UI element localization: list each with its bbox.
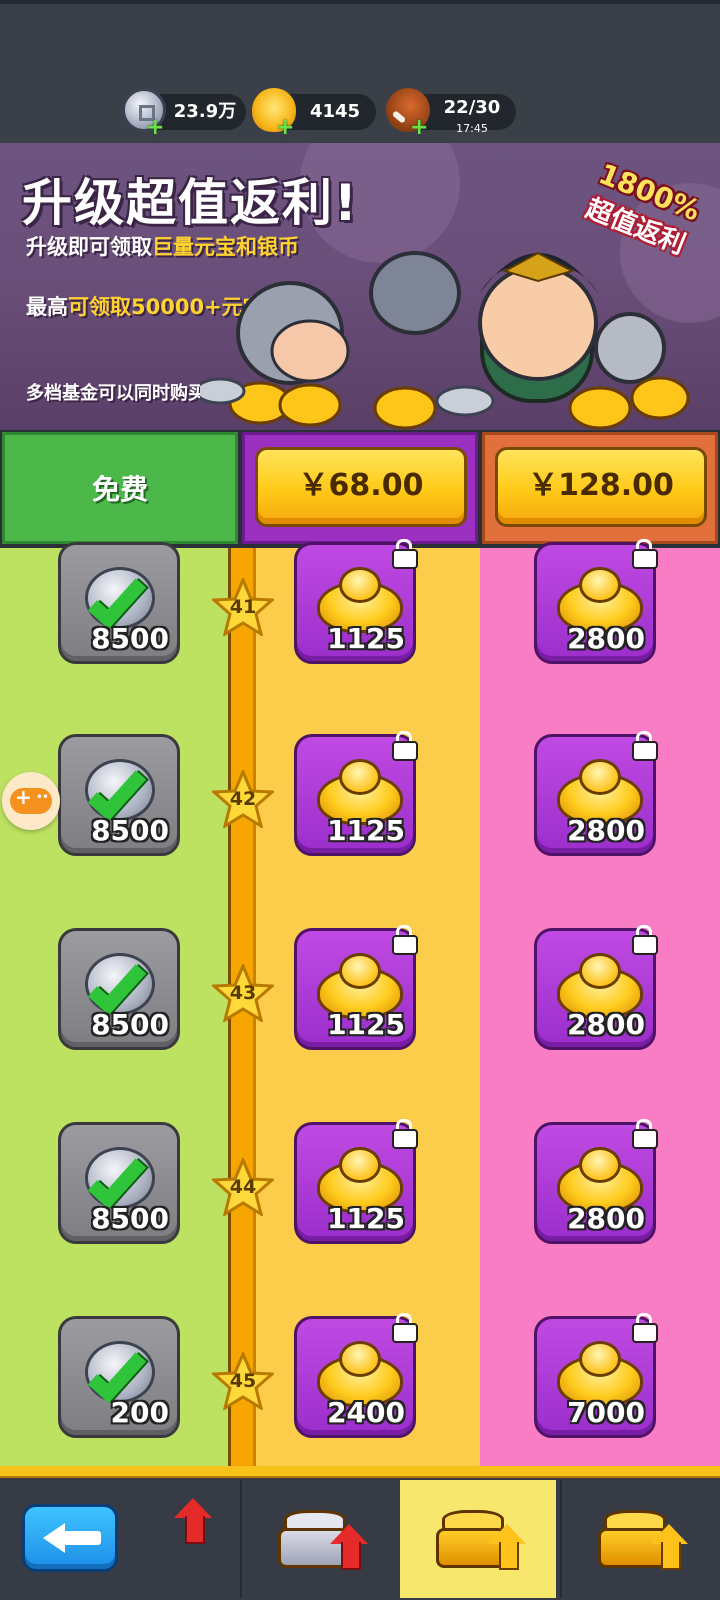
stamina-counter[interactable]: + 22/30 17:45	[386, 88, 516, 139]
reward-qty: 2800	[567, 1202, 645, 1235]
lock-icon	[391, 1313, 418, 1343]
buy-128-button[interactable]: ￥128.00	[495, 447, 707, 527]
lock-icon	[391, 539, 418, 569]
gold-ingot-icon	[557, 759, 643, 825]
gold-ingot-icon	[317, 1341, 403, 1407]
reward-qty: 1125	[327, 814, 405, 847]
lock-icon	[391, 1119, 418, 1149]
gold-ingot-icon	[317, 567, 403, 633]
lock-icon	[631, 731, 658, 761]
tab-fund-1[interactable]	[146, 1480, 234, 1598]
tier-header: 免费 ￥68.00 ￥128.00	[0, 430, 720, 548]
level-number: 42	[229, 788, 257, 810]
promo-banner: 升级超值返利! 升级即可领取巨量元宝和银币 最高可领取50000+元宝 多档基金…	[0, 143, 720, 430]
up-arrow-icon	[650, 1524, 688, 1570]
tier2-reward-45[interactable]: 2400	[294, 1313, 418, 1438]
reward-qty: 2800	[567, 814, 645, 847]
tab-upgrade-fund[interactable]	[400, 1480, 556, 1598]
reward-qty: 200	[110, 1396, 169, 1429]
level-number: 43	[229, 982, 257, 1004]
gamepad-icon	[10, 785, 52, 814]
reward-qty: 8500	[91, 1202, 169, 1235]
add-gold-icon[interactable]: +	[276, 117, 294, 139]
back-arrow-icon	[43, 1523, 65, 1553]
tier-free: 免费	[2, 432, 238, 544]
level-number: 44	[229, 1176, 257, 1198]
stamina-value: 22/30	[443, 97, 501, 118]
free-reward-44[interactable]: 8500	[58, 1122, 180, 1244]
free-reward-42[interactable]: 8500	[58, 734, 180, 856]
free-reward-45[interactable]: 200	[58, 1316, 180, 1438]
level-number: 45	[229, 1370, 257, 1392]
reward-qty: 1125	[327, 622, 405, 655]
level-star-45: 45	[212, 1352, 274, 1410]
gold-ingot-icon	[557, 1147, 643, 1213]
gold-ingot-icon	[317, 759, 403, 825]
reward-qty: 1125	[327, 1008, 405, 1041]
add-silver-icon[interactable]: +	[146, 117, 164, 139]
reward-qty: 2400	[327, 1396, 405, 1429]
gold-value: 4145	[309, 101, 361, 122]
lock-icon	[631, 1313, 658, 1343]
reward-qty: 8500	[91, 1008, 169, 1041]
level-star-42: 42	[212, 770, 274, 828]
up-arrow-icon	[488, 1524, 526, 1570]
reward-qty: 8500	[91, 814, 169, 847]
gold-chest-icon	[432, 1506, 526, 1570]
add-stamina-icon[interactable]: +	[410, 117, 428, 139]
gold-ingot-icon	[557, 567, 643, 633]
level-star-43: 43	[212, 964, 274, 1022]
reward-qty: 1125	[327, 1202, 405, 1235]
reward-qty: 2800	[567, 1008, 645, 1041]
back-arrow-shaft	[63, 1531, 101, 1545]
floating-gamepad-button[interactable]	[2, 772, 60, 830]
silver-chest-icon	[274, 1506, 368, 1570]
tier2-reward-42[interactable]: 1125	[294, 731, 418, 856]
gold-ingot-icon	[557, 1341, 643, 1407]
free-reward-41[interactable]: 8500	[58, 542, 180, 664]
level-number: 41	[229, 596, 257, 618]
grid-bottom-edge	[0, 1466, 720, 1478]
gold-ingot-icon	[317, 953, 403, 1019]
free-reward-43[interactable]: 8500	[58, 928, 180, 1050]
reward-qty: 8500	[91, 622, 169, 655]
tier-free-label: 免费	[91, 473, 148, 506]
stamina-timer: 17:45	[456, 122, 488, 135]
tier3-reward-44[interactable]: 2800	[534, 1119, 658, 1244]
silver-counter[interactable]: + 23.9万	[122, 88, 246, 139]
top-resource-bar: + 23.9万 + 4145 + 22/30 17:45	[0, 0, 720, 143]
lock-icon	[631, 925, 658, 955]
tier-68: ￥68.00	[242, 432, 478, 544]
tab-fund-2[interactable]	[240, 1480, 396, 1598]
gold-chest-icon	[594, 1506, 688, 1570]
silver-value: 23.9万	[173, 101, 237, 122]
lock-icon	[391, 925, 418, 955]
tier2-reward-41[interactable]: 1125	[294, 539, 418, 664]
gold-ingot-icon	[317, 1147, 403, 1213]
gold-counter[interactable]: + 4145	[252, 88, 376, 139]
buy-68-button[interactable]: ￥68.00	[255, 447, 467, 527]
level-star-41: 41	[212, 578, 274, 636]
tier3-reward-42[interactable]: 2800	[534, 731, 658, 856]
level-star-44: 44	[212, 1158, 274, 1216]
reward-qty: 2800	[567, 622, 645, 655]
tier2-reward-44[interactable]: 1125	[294, 1119, 418, 1244]
lock-icon	[631, 539, 658, 569]
tier3-reward-45[interactable]: 7000	[534, 1313, 658, 1438]
tier-128: ￥128.00	[482, 432, 718, 544]
tier3-reward-43[interactable]: 2800	[534, 925, 658, 1050]
banner-line-3: 多档基金可以同时购买	[26, 383, 206, 404]
reward-qty: 7000	[567, 1396, 645, 1429]
tier3-reward-41[interactable]: 2800	[534, 539, 658, 664]
bottom-nav	[0, 1478, 720, 1600]
lock-icon	[391, 731, 418, 761]
gold-ingot-icon	[557, 953, 643, 1019]
back-button[interactable]	[22, 1504, 118, 1572]
reward-grid: 8500 41 1125 2800 8500 42 1125 2800 8500	[0, 539, 720, 1478]
tab-fund-4[interactable]	[560, 1480, 720, 1598]
up-arrow-icon	[174, 1498, 212, 1544]
tier2-reward-43[interactable]: 1125	[294, 925, 418, 1050]
lock-icon	[631, 1119, 658, 1149]
up-arrow-icon	[330, 1524, 368, 1570]
